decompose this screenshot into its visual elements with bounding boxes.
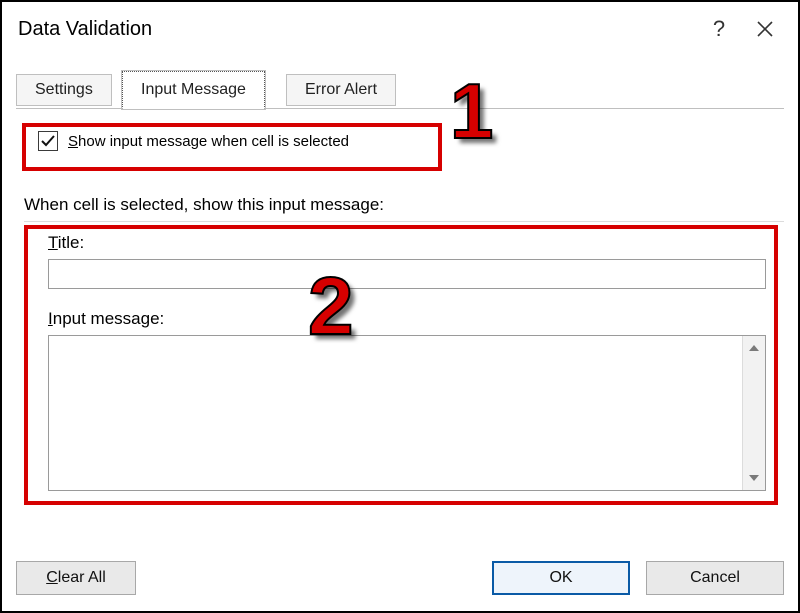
check-icon [40, 133, 56, 149]
show-input-message-row: Show input message when cell is selected [38, 131, 349, 151]
chevron-up-icon [748, 342, 760, 354]
tab-settings[interactable]: Settings [16, 74, 112, 106]
input-message-label: Input message: [48, 309, 164, 329]
title-bar: Data Validation ? [2, 2, 798, 56]
chevron-down-icon [748, 472, 760, 484]
scroll-down-button[interactable] [743, 466, 765, 490]
ok-button[interactable]: OK [492, 561, 630, 595]
cancel-button[interactable]: Cancel [646, 561, 784, 595]
input-message-textarea[interactable] [49, 336, 742, 490]
help-button[interactable]: ? [696, 9, 742, 49]
close-button[interactable] [742, 9, 788, 49]
dialog-buttons: Clear All OK Cancel [16, 561, 784, 597]
close-icon [756, 20, 774, 38]
window-title: Data Validation [18, 18, 152, 41]
scrollbar[interactable] [742, 336, 765, 490]
input-message-pane: Show input message when cell is selected… [16, 109, 784, 119]
scroll-up-button[interactable] [743, 336, 765, 360]
tab-input-message[interactable]: Input Message [122, 71, 265, 109]
tab-error-alert[interactable]: Error Alert [286, 74, 396, 106]
tabs: Settings Input Message Error Alert [16, 70, 784, 109]
clear-all-button[interactable]: Clear All [16, 561, 136, 595]
divider [24, 221, 784, 222]
show-input-message-label: Show input message when cell is selected [68, 133, 349, 150]
input-message-field-wrap [48, 335, 766, 491]
show-input-message-checkbox[interactable] [38, 131, 58, 151]
section-heading: When cell is selected, show this input m… [24, 195, 384, 215]
title-label: Title: [48, 233, 84, 253]
title-input[interactable] [48, 259, 766, 289]
data-validation-dialog: Data Validation ? Settings Input Message… [0, 0, 800, 613]
